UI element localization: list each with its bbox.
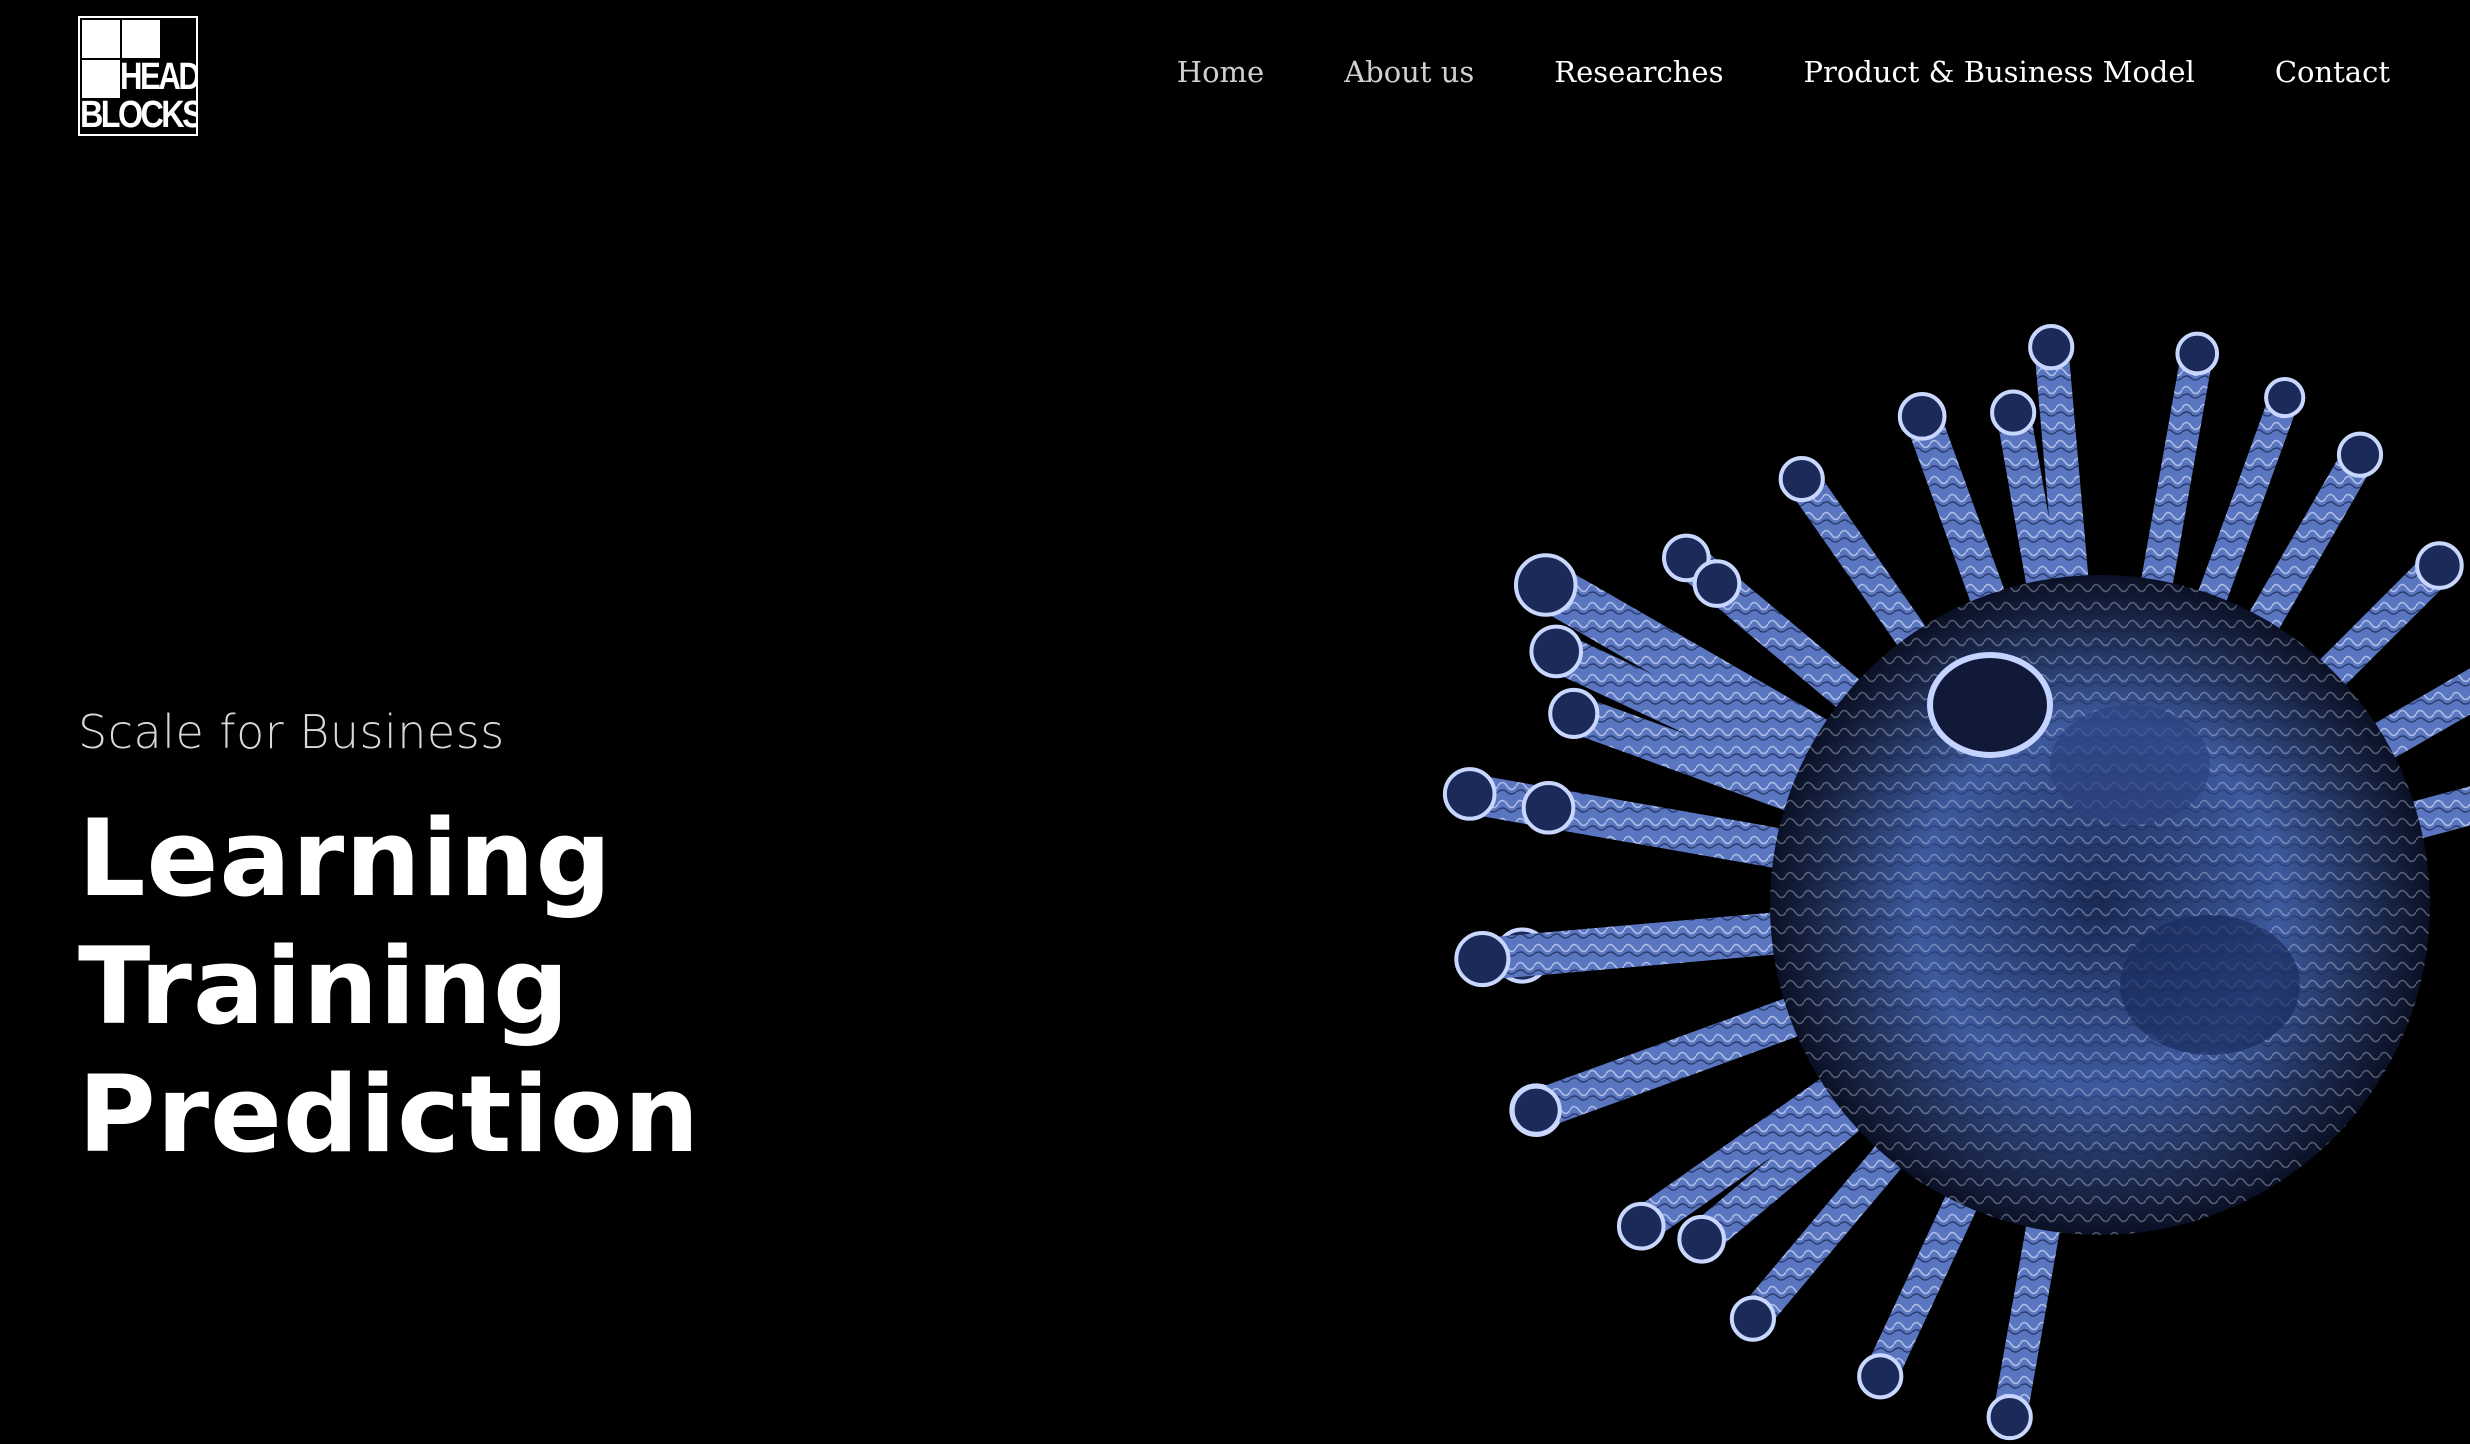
nav-home[interactable]: Home [1177, 52, 1264, 92]
virus-illustration [1442, 324, 2470, 1441]
virus-spike-tip [1986, 1394, 2033, 1441]
virus-spike-tip [1692, 559, 1742, 608]
virus-spike-tip [2175, 331, 2220, 376]
nav-about-us[interactable]: About us [1344, 52, 1474, 92]
virus-spike-tip [2415, 541, 2464, 590]
logo[interactable]: HEAD BLOCKS [78, 16, 198, 136]
logo-block [82, 20, 120, 58]
main-nav: Home About us Researches Product & Busin… [1097, 52, 2390, 92]
virus-spike-tip [2264, 376, 2306, 419]
logo-text-head: HEAD [120, 56, 198, 98]
virus-spike-tip [1548, 687, 1600, 740]
virus-spike-tip [1529, 624, 1584, 679]
virus-spike-tip [2336, 431, 2384, 478]
virus-spike-tip [2028, 324, 2075, 371]
hero-text: Scale for Business Learning Training Pre… [78, 705, 700, 1179]
nav-contact[interactable]: Contact [2275, 52, 2390, 92]
virus-spike-tip [1513, 553, 1578, 617]
virus-spike-tip [1897, 392, 1947, 441]
virus-spike-tip [1510, 1084, 1562, 1136]
nav-product-business-model[interactable]: Product & Business Model [1803, 52, 2194, 92]
hero-subtitle: Scale for Business [78, 705, 505, 759]
virus-spike-tip [1454, 930, 1511, 988]
virus-spike-tip [1729, 1295, 1776, 1342]
page: HEAD BLOCKS Home About us Researches Pro… [0, 0, 2470, 1444]
virus-spike-tip [1677, 1214, 1726, 1264]
hero-headline-line-1: Learning [78, 797, 613, 920]
virus-spike-tip [1990, 389, 2037, 436]
virus-spike-tip [1442, 767, 1497, 821]
hero-headline-line-3: Prediction [78, 1053, 701, 1176]
virus-spike-tip [1857, 1353, 1904, 1400]
virus-spike-tip [1521, 780, 1576, 835]
logo-block [122, 20, 160, 58]
nav-researches[interactable]: Researches [1554, 52, 1723, 92]
hero-headline-line-2: Training [78, 925, 570, 1048]
virus-spike-tip [1778, 455, 1825, 503]
virus-spike-tip [1616, 1201, 1666, 1251]
logo-text-blocks: BLOCKS [80, 94, 198, 136]
logo-block [82, 60, 120, 98]
